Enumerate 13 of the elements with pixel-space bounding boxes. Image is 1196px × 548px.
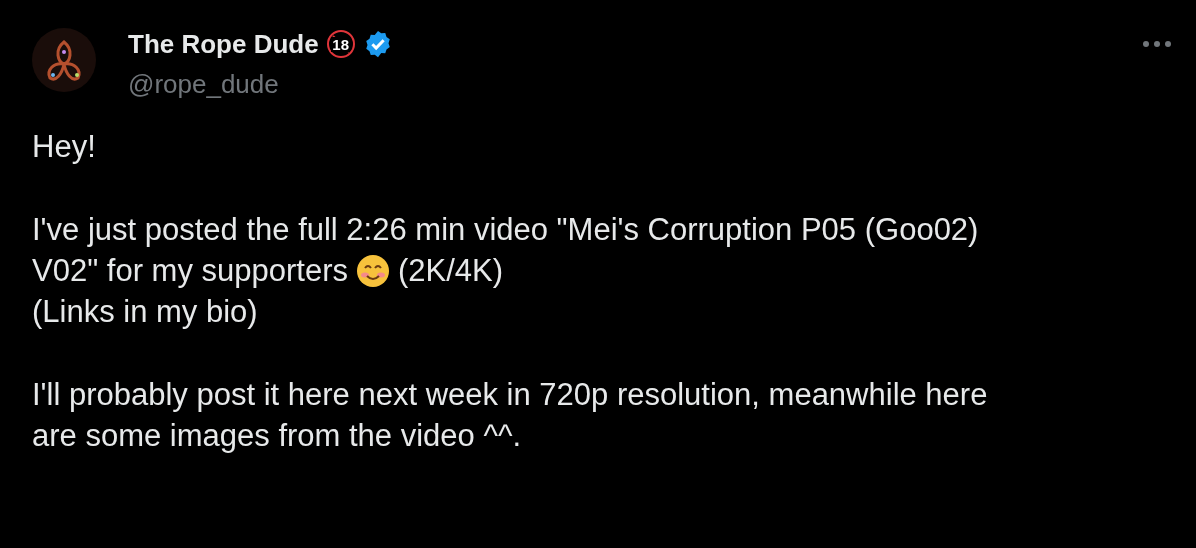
smiling-face-icon [355, 253, 390, 288]
tweet-text: I've just posted the full 2:26 min video "Mei's Corruption P05 (Goo02) [32, 211, 979, 249]
adults-only-icon: 18 [326, 30, 355, 58]
more-options-icon[interactable] [1142, 40, 1172, 48]
author-name[interactable]: The Rope Dude [128, 28, 319, 60]
author-handle[interactable]: @rope_dude [128, 68, 393, 100]
avatar-drawing[interactable] [32, 28, 96, 92]
tweet-text: Hey! [32, 128, 96, 166]
tweet-text: I'll probably post it here next week in 720p resolution, meanwhile here [32, 376, 988, 414]
tweet-text: (2K/4K) [397, 252, 504, 290]
tweet-text: (Links in my bio) [32, 293, 258, 331]
tweet-text: V02" for my supporters [32, 252, 348, 290]
tweet-text: are some images from the video ^^. [32, 417, 522, 455]
